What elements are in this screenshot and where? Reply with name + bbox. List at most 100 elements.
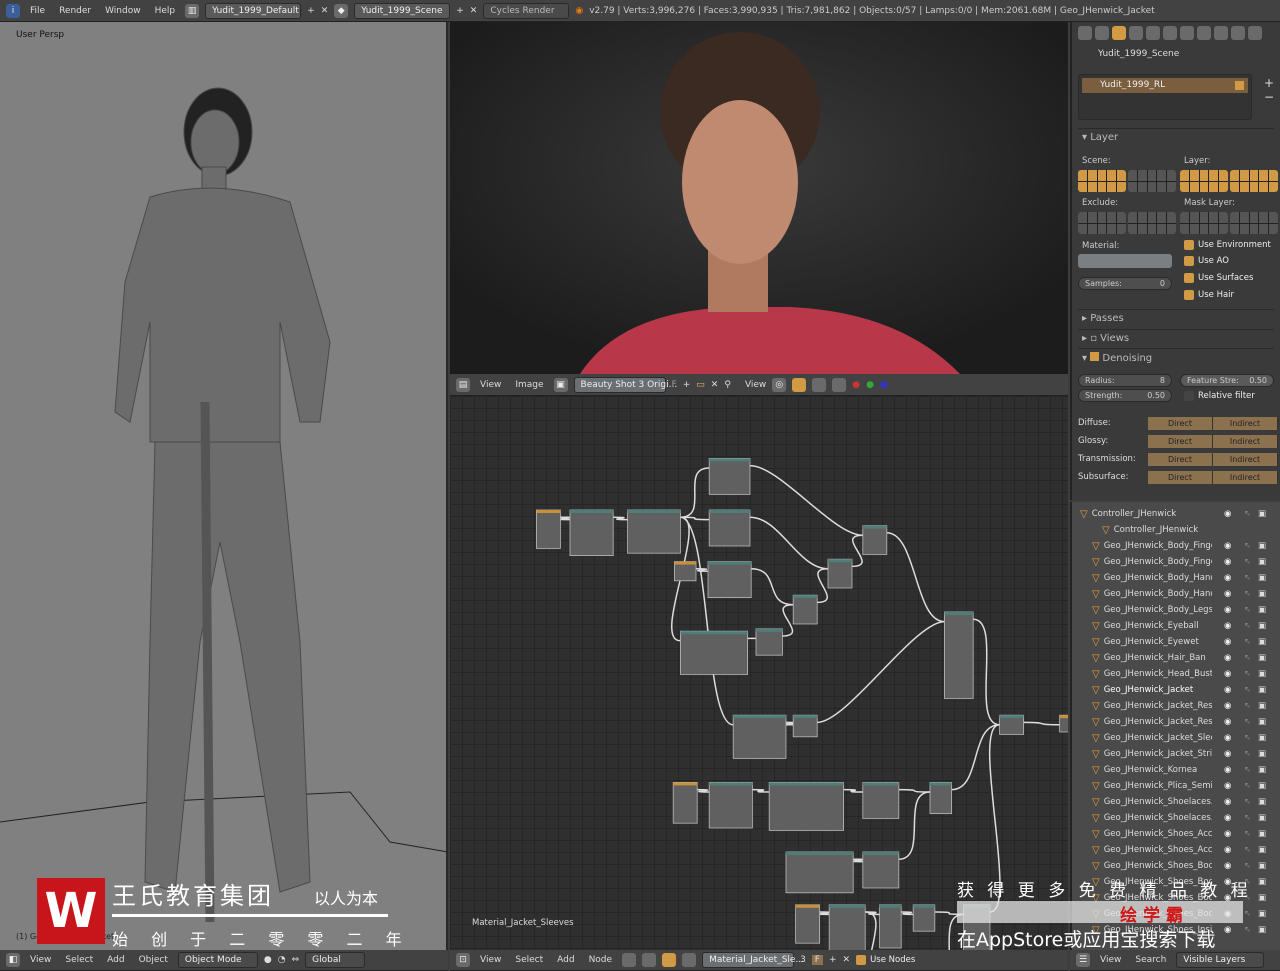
outliner-item[interactable]: ▽ Geo_JHenwick_Body_Legs ◉ ↖ ▣ bbox=[1072, 602, 1280, 618]
menu-help[interactable]: Help bbox=[151, 6, 180, 16]
strength-field[interactable]: Strength: 0.50 bbox=[1078, 389, 1172, 402]
selectable-cursor-icon[interactable]: ↖ bbox=[1244, 845, 1251, 855]
menu-window[interactable]: Window bbox=[101, 6, 145, 16]
direct-toggle[interactable]: Direct bbox=[1148, 470, 1213, 484]
data-tab-icon[interactable] bbox=[1214, 26, 1228, 40]
outliner-item[interactable]: ▽ Geo_JHenwick_Jacket_Resl ◉ ↖ ▣ bbox=[1072, 698, 1280, 714]
outliner-item[interactable]: ▽ Geo_JHenwick_Plica_Semil ◉ ↖ ▣ bbox=[1072, 778, 1280, 794]
render-camera-icon[interactable]: ▣ bbox=[1258, 653, 1266, 663]
outliner-item[interactable]: ▽ Geo_JHenwick_Shoes_Acce ◉ ↖ ▣ bbox=[1072, 842, 1280, 858]
menu-view[interactable]: View bbox=[26, 955, 55, 965]
render-camera-icon[interactable]: ▣ bbox=[1258, 717, 1266, 727]
object-tab-icon[interactable] bbox=[1163, 26, 1177, 40]
editor-type-icon[interactable]: ◧ bbox=[6, 953, 20, 967]
visibility-eye-icon[interactable]: ◉ bbox=[1224, 637, 1231, 647]
z-buffer-icon[interactable] bbox=[832, 377, 847, 392]
menu-object[interactable]: Object bbox=[135, 955, 172, 965]
node-editor[interactable]: Material_Jacket_Sleeves bbox=[450, 396, 1068, 950]
3d-viewport[interactable]: User Persp (1) Geo_JHenwick_Jacket bbox=[0, 22, 448, 950]
render-camera-icon[interactable]: ▣ bbox=[1258, 621, 1266, 631]
render-camera-icon[interactable]: ▣ bbox=[1258, 861, 1266, 871]
visibility-eye-icon[interactable]: ◉ bbox=[1224, 573, 1231, 583]
visibility-eye-icon[interactable]: ◉ bbox=[1224, 621, 1231, 631]
texture-type-icon[interactable] bbox=[642, 953, 657, 967]
menu-view[interactable]: View bbox=[1096, 955, 1125, 965]
remove-layer-button[interactable]: − bbox=[1264, 90, 1274, 104]
render-layer-item[interactable]: Yudit_1999_RL bbox=[1082, 78, 1248, 93]
pivot-icon[interactable]: ◔ bbox=[278, 955, 286, 965]
visibility-eye-icon[interactable]: ◉ bbox=[1224, 813, 1231, 823]
exclude-grid[interactable] bbox=[1078, 212, 1126, 234]
render-camera-icon[interactable]: ▣ bbox=[1258, 909, 1266, 919]
checker-icon[interactable] bbox=[812, 377, 827, 392]
selectable-cursor-icon[interactable]: ↖ bbox=[1244, 765, 1251, 775]
render-camera-icon[interactable]: ▣ bbox=[1258, 685, 1266, 695]
mode-select[interactable]: Object Mode bbox=[177, 952, 258, 968]
outliner-item[interactable]: ▽ Geo_JHenwick_Eyewet ◉ ↖ ▣ bbox=[1072, 634, 1280, 650]
object-shader-icon[interactable] bbox=[662, 953, 677, 967]
outliner-item[interactable]: ▽ Geo_JHenwick_Body_Finge ◉ ↖ ▣ bbox=[1072, 538, 1280, 554]
new-material-button[interactable]: + bbox=[829, 955, 837, 965]
outliner-item[interactable]: ▽ Geo_JHenwick_Jacket_Slee ◉ ↖ ▣ bbox=[1072, 730, 1280, 746]
layer-enabled-checkbox[interactable] bbox=[1235, 81, 1244, 90]
selectable-cursor-icon[interactable]: ↖ bbox=[1244, 749, 1251, 759]
outliner-item[interactable]: ▽ Geo_JHenwick_Jacket ◉ ↖ ▣ bbox=[1072, 682, 1280, 698]
selectable-cursor-icon[interactable]: ↖ bbox=[1244, 701, 1251, 711]
visibility-eye-icon[interactable]: ◉ bbox=[1224, 925, 1231, 935]
selectable-cursor-icon[interactable]: ↖ bbox=[1244, 589, 1251, 599]
render-camera-icon[interactable]: ▣ bbox=[1258, 749, 1266, 759]
outliner-item[interactable]: ▽ Geo_JHenwick_Shoelaces.R ◉ ↖ ▣ bbox=[1072, 810, 1280, 826]
direct-toggle[interactable]: Direct bbox=[1148, 452, 1213, 466]
feature-strength-field[interactable]: Feature Stre: 0.50 bbox=[1180, 374, 1274, 387]
open-image-icon[interactable]: ▭ bbox=[696, 380, 705, 390]
new-image-button[interactable]: + bbox=[683, 380, 691, 390]
selectable-cursor-icon[interactable]: ↖ bbox=[1244, 925, 1251, 935]
orientation-select[interactable]: Global bbox=[305, 952, 366, 968]
direct-toggle[interactable]: Direct bbox=[1148, 434, 1213, 448]
render-camera-icon[interactable]: ▣ bbox=[1258, 637, 1266, 647]
blue-channel-icon[interactable]: ● bbox=[880, 380, 888, 390]
render-camera-icon[interactable]: ▣ bbox=[1258, 829, 1266, 839]
editor-type-icon[interactable]: ▤ bbox=[456, 377, 470, 392]
render-camera-icon[interactable]: ▣ bbox=[1258, 765, 1266, 775]
constraints-tab-icon[interactable] bbox=[1180, 26, 1194, 40]
render-camera-icon[interactable]: ▣ bbox=[1258, 733, 1266, 743]
screen-selector[interactable]: Yudit_1999_Default bbox=[205, 2, 302, 19]
denoising-section-header[interactable]: ▾ Denoising bbox=[1078, 348, 1274, 366]
menu-view[interactable]: View bbox=[476, 955, 505, 965]
menu-image[interactable]: Image bbox=[511, 380, 547, 390]
menu-select[interactable]: Select bbox=[61, 955, 97, 965]
material-tab-icon[interactable] bbox=[1231, 26, 1245, 40]
mask-grid-2[interactable] bbox=[1230, 212, 1278, 234]
shader-type-icon[interactable] bbox=[622, 953, 637, 967]
menu-select[interactable]: Select bbox=[511, 955, 547, 965]
selectable-cursor-icon[interactable]: ↖ bbox=[1244, 621, 1251, 631]
selectable-cursor-icon[interactable]: ↖ bbox=[1244, 733, 1251, 743]
visibility-eye-icon[interactable]: ◉ bbox=[1224, 797, 1231, 807]
outliner-item[interactable]: ▽ Geo_JHenwick_Eyeball ◉ ↖ ▣ bbox=[1072, 618, 1280, 634]
visibility-eye-icon[interactable]: ◉ bbox=[1224, 717, 1231, 727]
visibility-eye-icon[interactable]: ◉ bbox=[1224, 557, 1231, 567]
views-section-header[interactable]: ▸ ▫ Views bbox=[1078, 329, 1274, 347]
visibility-eye-icon[interactable]: ◉ bbox=[1224, 733, 1231, 743]
visibility-eye-icon[interactable]: ◉ bbox=[1224, 845, 1231, 855]
selectable-cursor-icon[interactable]: ↖ bbox=[1244, 861, 1251, 871]
outliner-item[interactable]: ▽ Geo_JHenwick_Jacket_Resl ◉ ↖ ▣ bbox=[1072, 714, 1280, 730]
world-shader-icon[interactable] bbox=[682, 953, 697, 967]
render-camera-icon[interactable]: ▣ bbox=[1258, 813, 1266, 823]
visibility-eye-icon[interactable]: ◉ bbox=[1224, 861, 1231, 871]
relative-filter-checkbox[interactable]: Relative filter bbox=[1184, 391, 1255, 401]
menu-render[interactable]: Render bbox=[55, 6, 95, 16]
selectable-cursor-icon[interactable]: ↖ bbox=[1244, 509, 1251, 519]
visibility-eye-icon[interactable]: ◉ bbox=[1224, 685, 1231, 695]
selectable-cursor-icon[interactable]: ↖ bbox=[1244, 653, 1251, 663]
menu-add[interactable]: Add bbox=[553, 955, 578, 965]
layer-grid-2[interactable] bbox=[1230, 170, 1278, 192]
render-camera-icon[interactable]: ▣ bbox=[1258, 781, 1266, 791]
render-tab-icon[interactable] bbox=[1095, 26, 1109, 40]
visibility-eye-icon[interactable]: ◉ bbox=[1224, 589, 1231, 599]
display-mode-select[interactable]: Visible Layers bbox=[1176, 952, 1265, 968]
menu-file[interactable]: File bbox=[26, 6, 49, 16]
use-nodes-checkbox[interactable]: Use Nodes bbox=[856, 955, 915, 965]
unlink-image-button[interactable]: ✕ bbox=[711, 380, 719, 390]
